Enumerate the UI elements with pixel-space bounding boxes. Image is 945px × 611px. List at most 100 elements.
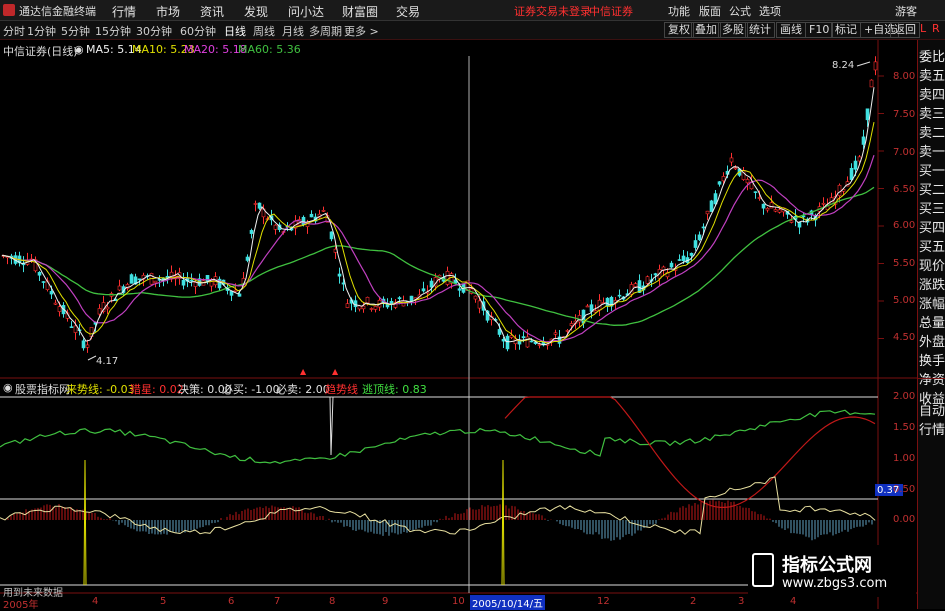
candle-body	[301, 216, 306, 225]
candle-body	[697, 234, 702, 241]
broker-name[interactable]: 中信证券	[589, 3, 633, 19]
menu-layout[interactable]: 版面	[699, 3, 721, 19]
candle-body	[761, 203, 766, 209]
candle-body	[309, 213, 314, 218]
candle-body	[205, 274, 210, 282]
candle-body	[53, 302, 58, 305]
candle-body	[505, 335, 510, 350]
menu-trade[interactable]: 交易	[396, 3, 420, 20]
candle-body	[821, 202, 826, 205]
candle-body	[681, 255, 686, 262]
sidebar-r-icon[interactable]: R	[932, 22, 940, 35]
multi-stock-button[interactable]: 多股	[718, 22, 748, 38]
tab-monthly[interactable]: 月线	[282, 23, 304, 39]
indicator-tick: 0.00	[893, 514, 916, 525]
ma60-line	[1, 186, 875, 326]
menu-bar: 通达信金融终端 行情 市场 资讯 发现 问小达 财富圈 交易 证券交易未登录 中…	[0, 0, 945, 21]
candle-body	[777, 209, 782, 213]
indicator-bars	[1, 499, 876, 541]
menu-quotes[interactable]: 行情	[112, 3, 136, 20]
indicator-hunter: 猎星: 0.02	[130, 383, 184, 396]
chart-canvas[interactable]: ▲ ▲	[0, 40, 917, 609]
collapse-icon[interactable]: ◉	[74, 43, 84, 56]
candle-body	[745, 179, 750, 184]
candle-body	[521, 336, 526, 339]
sidebar-item: 现价	[919, 259, 945, 274]
menu-discover[interactable]: 发现	[244, 3, 268, 20]
candle-body	[569, 323, 574, 326]
candle-body	[257, 202, 262, 209]
tab-multi-period[interactable]: 多周期	[309, 23, 342, 39]
ma5-line	[1, 87, 875, 346]
adjust-button[interactable]: 复权	[664, 22, 694, 38]
spike-signal	[83, 459, 87, 586]
candle-body	[329, 231, 334, 240]
tab-60min[interactable]: 60分钟	[180, 23, 216, 39]
draw-button[interactable]: 画线	[776, 22, 806, 38]
sidebar-item: 买四	[919, 221, 945, 236]
menu-ask[interactable]: 问小达	[288, 3, 324, 20]
sidebar-mode-1[interactable]: 行情	[919, 419, 945, 438]
candle-body	[229, 290, 234, 296]
mark-button[interactable]: 标记	[831, 22, 861, 38]
date-tick: 12	[597, 596, 610, 607]
ma20-line	[1, 155, 875, 343]
candle-body	[669, 262, 674, 268]
candle-body	[617, 294, 622, 297]
tab-weekly[interactable]: 周线	[253, 23, 275, 39]
menu-news[interactable]: 资讯	[200, 3, 224, 20]
indicator-escape: 逃顶线: 0.83	[362, 383, 427, 396]
candle-body	[537, 344, 542, 346]
candle-body	[709, 200, 714, 212]
tab-daily[interactable]: 日线	[224, 23, 246, 39]
tab-intraday[interactable]: 分时	[3, 23, 25, 39]
date-tick: 9	[382, 596, 389, 607]
indicator-collapse-icon[interactable]: ◉	[3, 381, 13, 394]
sidebar-mode-0[interactable]: 自动	[919, 400, 945, 419]
price-tick-marks	[878, 75, 884, 339]
overlay-button[interactable]: 叠加	[691, 22, 721, 38]
tab-15min[interactable]: 15分钟	[95, 23, 131, 39]
candle-body	[765, 208, 770, 211]
menu-formula[interactable]: 公式	[729, 3, 751, 19]
candle-body	[273, 224, 278, 230]
price-tick: 5.50	[893, 258, 916, 269]
stats-button[interactable]: 统计	[745, 22, 775, 38]
candle-body	[501, 338, 506, 342]
candle-body	[41, 281, 46, 283]
back-button[interactable]: 返回	[890, 22, 920, 38]
sidebar-item: 卖四	[919, 88, 945, 103]
candle-body	[529, 340, 534, 343]
candle-body	[249, 230, 254, 234]
tab-30min[interactable]: 30分钟	[136, 23, 172, 39]
crosshair-date: 2005/10/14/五	[470, 595, 546, 610]
menu-wealth[interactable]: 财富圈	[342, 3, 378, 20]
candle-body	[37, 272, 42, 276]
tab-more[interactable]: 更多 >	[344, 23, 379, 39]
menu-function[interactable]: 功能	[668, 3, 690, 19]
f10-button[interactable]: F10	[805, 22, 834, 38]
candle-body	[445, 270, 450, 285]
sidebar-item: 委比	[919, 50, 945, 65]
price-tick: 6.00	[893, 220, 916, 231]
sidebar-item: 买五	[919, 240, 945, 255]
indicator-must-buy: 必买: -1.00	[222, 383, 280, 396]
tab-1min[interactable]: 1分钟	[27, 23, 56, 39]
login-status[interactable]: 证券交易未登录	[514, 3, 591, 19]
menu-market[interactable]: 市场	[156, 3, 180, 20]
sidebar-toggle-icon[interactable]: L	[920, 22, 926, 35]
signal-marker: ▲	[332, 367, 339, 376]
candle-body	[853, 160, 858, 170]
candle-body	[689, 252, 694, 256]
candle-body	[849, 167, 854, 180]
candle-body	[693, 240, 698, 248]
trend-line	[504, 396, 876, 508]
guest-label[interactable]: 游客	[895, 3, 917, 19]
sidebar-item: 涨幅	[919, 297, 945, 312]
tab-5min[interactable]: 5分钟	[61, 23, 90, 39]
candle-body	[633, 283, 638, 287]
menu-options[interactable]: 选项	[759, 3, 781, 19]
candle-body	[397, 297, 402, 300]
candle-body	[237, 293, 242, 297]
indicator-tick: 2.00	[893, 391, 916, 402]
